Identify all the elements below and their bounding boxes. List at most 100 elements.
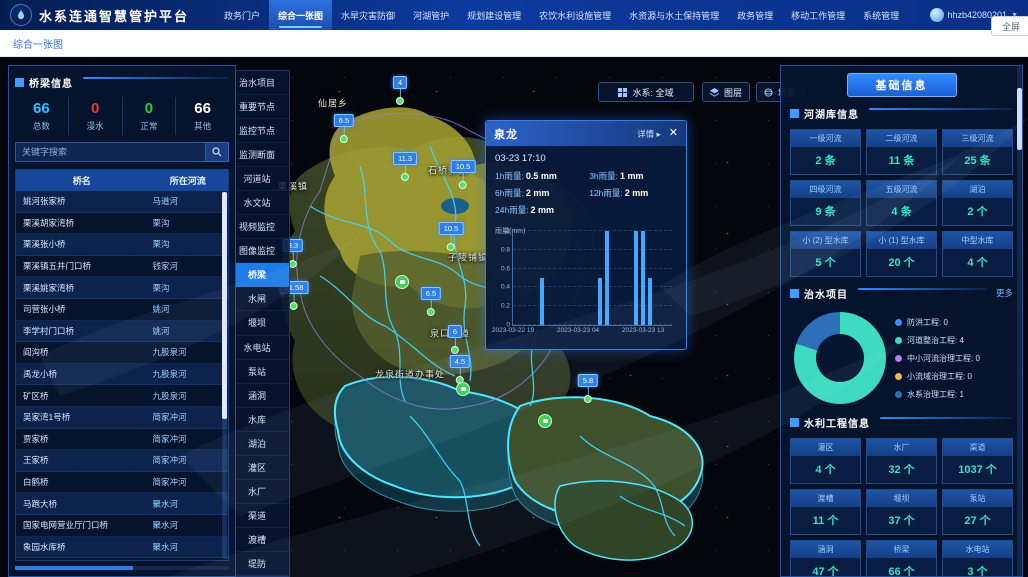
chart-bar [605, 231, 609, 325]
app-title: 水系连通智慧管护平台 [39, 6, 189, 25]
nav-tab-4[interactable]: 河湖管护 [404, 0, 458, 30]
info-card-value: 9 条 [791, 198, 860, 225]
water-system-scope-button[interactable]: 水系: 全域 [598, 82, 694, 102]
nav-tab-6[interactable]: 农饮水利设施管理 [530, 0, 620, 30]
fullscreen-button[interactable]: 全屏 [991, 16, 1028, 36]
info-card-value: 37 个 [867, 507, 936, 534]
map-marker[interactable]: 6 [448, 325, 462, 354]
map-marker[interactable]: 11.3 [393, 152, 417, 181]
table-row[interactable]: 国家电网营业厅门口桥聚水河 [16, 515, 228, 537]
marker-value: 5.8 [578, 374, 598, 387]
table-row[interactable]: 贾家桥简家冲河 [16, 429, 228, 451]
table-row[interactable]: 栗溪胡家湾桥栗沟 [16, 213, 228, 235]
camera-icon[interactable] [456, 382, 470, 396]
info-card-value: 2 条 [791, 147, 860, 174]
info-card: 四级河流9 条 [790, 180, 861, 226]
table-hscrollbar[interactable] [15, 566, 229, 570]
info-card: 三级河流25 条 [942, 129, 1013, 175]
info-card-label: 小 (2) 型水库 [791, 232, 860, 249]
projects-section-title: 治水项目 [804, 286, 848, 301]
legend-label: 河道整治工程: 4 [907, 335, 964, 346]
nav-tab-8[interactable]: 政务管理 [728, 0, 782, 30]
bridge-name-cell: 白鹤桥 [16, 476, 147, 488]
nav-tab-1[interactable]: 政务门户 [215, 0, 269, 30]
search-input[interactable] [15, 142, 206, 162]
map-marker[interactable]: 5.8 [578, 374, 598, 403]
legend-dot [895, 355, 902, 362]
table-row[interactable]: 李学村门口桥姚河 [16, 321, 228, 343]
map-marker[interactable]: 10.5 [439, 222, 464, 251]
legend-label: 中小河流治理工程: 0 [907, 353, 980, 364]
map-marker[interactable]: 10.5 [451, 160, 476, 189]
nav-tab-9[interactable]: 移动工作管理 [782, 0, 854, 30]
table-row[interactable]: 禹龙小桥九股泉河 [16, 364, 228, 386]
map-marker[interactable]: 4 [393, 76, 407, 105]
table-row[interactable]: 鲍家5号拦河桥聚水河 [16, 558, 228, 561]
marker-dot [459, 181, 467, 189]
station-popup: 泉龙 详情 ▸ ✕ 03-23 17:10 1h雨量:0.5 mm3h雨量:1 … [485, 120, 687, 350]
search-button[interactable] [206, 142, 229, 162]
base-info-button[interactable]: 基础信息 [847, 73, 957, 97]
info-card-value: 66 个 [867, 558, 936, 577]
top-nav: 水系连通智慧管护平台 政务门户综合一张图水旱灾害防御河湖管护规划建设管理农饮水利… [0, 0, 1028, 30]
table-row[interactable]: 马跑大桥聚水河 [16, 493, 228, 515]
close-icon[interactable]: ✕ [669, 128, 678, 139]
table-row[interactable]: 象园水库桥聚水河 [16, 537, 228, 559]
info-card-value: 20 个 [867, 249, 936, 276]
info-card: 桥梁66 个 [866, 540, 937, 577]
table-row[interactable]: 王家桥简家冲河 [16, 450, 228, 472]
more-link[interactable]: 更多 [996, 287, 1013, 299]
info-card: 二级河流11 条 [866, 129, 937, 175]
layers-button[interactable]: 图层 [702, 82, 750, 102]
legend-item: 小流域治理工程: 0 [895, 371, 980, 382]
rain-metric: 3h雨量:1 mm [589, 170, 677, 182]
camera-icon[interactable] [395, 275, 409, 289]
camera-icon[interactable] [538, 414, 552, 428]
info-card-label: 三级河流 [943, 130, 1012, 147]
marker-dot [401, 173, 409, 181]
nav-tab-7[interactable]: 水资源与水土保持管理 [620, 0, 728, 30]
table-row[interactable]: 阎沟桥九股泉河 [16, 342, 228, 364]
rain-metric: 1h雨量:0.5 mm [495, 170, 587, 182]
bridge-name-cell: 吴家湾1号桥 [16, 411, 147, 423]
map-marker[interactable]: 6.5 [421, 287, 441, 316]
table-row[interactable]: 栗溪姚家湾桥栗沟 [16, 277, 228, 299]
nav-tab-5[interactable]: 规划建设管理 [458, 0, 530, 30]
table-row[interactable]: 栗溪张小桥栗沟 [16, 234, 228, 256]
river-name-cell: 聚水河 [147, 541, 228, 553]
table-scrollbar[interactable] [222, 192, 227, 558]
river-name-cell: 聚水河 [147, 519, 228, 531]
info-card: 水电站3 个 [942, 540, 1013, 577]
info-card-label: 四级河流 [791, 181, 860, 198]
table-row[interactable]: 白鹤桥简家冲河 [16, 472, 228, 494]
info-card-value: 5 个 [791, 249, 860, 276]
table-row[interactable]: 姚河张家桥马道河 [16, 191, 228, 213]
rain-metric-value: 2 mm [531, 205, 555, 215]
chart-gridline: 1 [513, 230, 672, 231]
river-name-cell: 栗沟 [147, 238, 228, 250]
map-marker[interactable]: 6.5 [334, 114, 354, 143]
stat-value: 66 [15, 100, 68, 117]
legend-label: 水系治理工程: 1 [907, 389, 964, 400]
table-row[interactable]: 吴家湾1号桥简家冲河 [16, 407, 228, 429]
river-name-cell: 栗沟 [147, 217, 228, 229]
info-card: 中型水库4 个 [942, 231, 1013, 277]
marker-dot [340, 135, 348, 143]
right-panel-scrollbar[interactable] [1017, 66, 1022, 576]
bridge-name-cell: 李学村门口桥 [16, 325, 147, 337]
info-card-label: 中型水库 [943, 232, 1012, 249]
nav-tab-10[interactable]: 系统管理 [854, 0, 908, 30]
section-accent-square [790, 418, 799, 427]
table-row[interactable]: 矿区桥九股泉河 [16, 385, 228, 407]
chart-xtick: 2023-03-23 04 [557, 327, 599, 334]
bridge-name-cell: 阎沟桥 [16, 346, 147, 358]
info-card-label: 水电站 [943, 541, 1012, 558]
nav-tab-3[interactable]: 水旱灾害防御 [332, 0, 404, 30]
map-marker[interactable]: 4.5 [450, 355, 470, 384]
table-row[interactable]: 司营张小桥姚河 [16, 299, 228, 321]
nav-tab-2[interactable]: 综合一张图 [269, 0, 332, 30]
marker-value: 6.5 [334, 114, 354, 127]
chart-ytick: 0.8 [501, 246, 510, 253]
table-row[interactable]: 栗溪镇五井门口桥钱家河 [16, 256, 228, 278]
popup-detail-link[interactable]: 详情 ▸ [637, 128, 661, 140]
